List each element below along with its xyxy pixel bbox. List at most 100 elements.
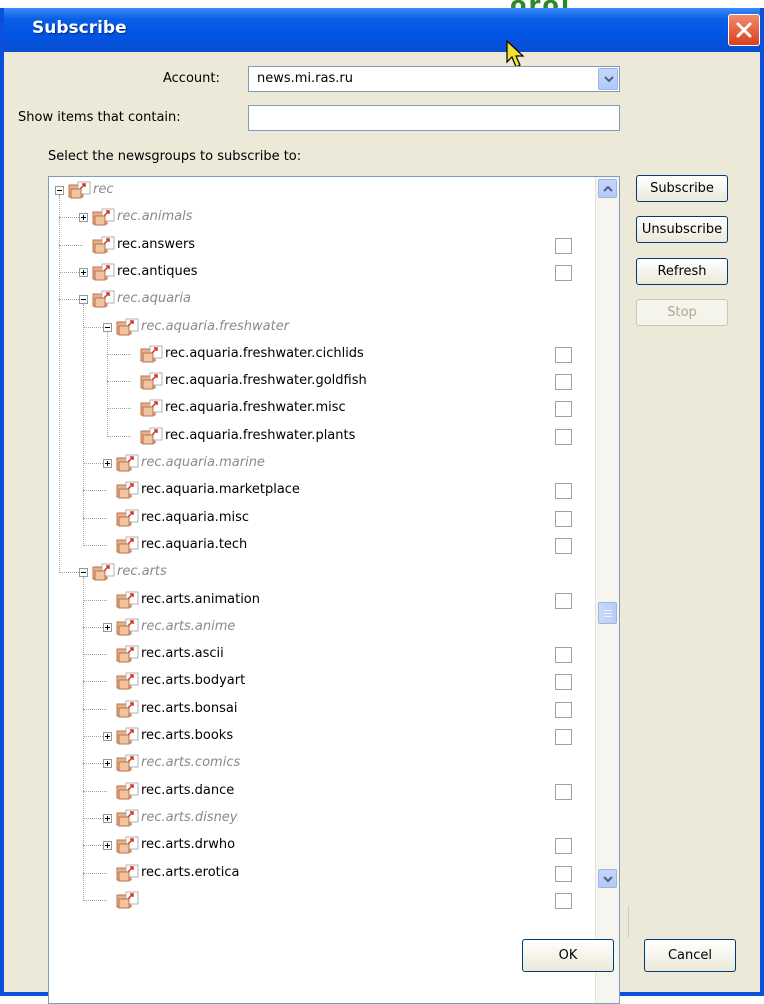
tree-category-row[interactable]: rec	[49, 177, 595, 204]
newsgroup-label: rec.arts.books	[141, 728, 234, 743]
window-title: Subscribe	[32, 18, 127, 38]
newsgroup-folder-icon	[68, 181, 91, 199]
tree-newsgroup-row[interactable]: rec.aquaria.marketplace	[49, 477, 595, 504]
tree-newsgroup-row[interactable]: rec.arts.erotica	[49, 860, 595, 887]
subscribe-checkbox[interactable]	[555, 537, 572, 554]
cancel-button[interactable]: Cancel	[644, 939, 736, 972]
filter-input[interactable]	[248, 105, 620, 131]
collapse-icon[interactable]	[79, 295, 88, 305]
tree-category-row[interactable]: rec.arts	[49, 559, 595, 586]
subscribe-checkbox[interactable]	[555, 701, 572, 718]
refresh-button[interactable]: Refresh	[636, 258, 728, 285]
expand-icon[interactable]	[103, 759, 112, 769]
subscribe-checkbox[interactable]	[555, 483, 572, 500]
tree-newsgroup-row[interactable]	[49, 887, 595, 914]
newsgroup-label: rec.arts.drwho	[141, 837, 236, 853]
account-dropdown-button[interactable]	[598, 68, 618, 90]
newsgroup-tree[interactable]: rec rec.animals rec.answers rec.antiques rec…	[48, 176, 620, 1004]
newsgroup-label: rec.aquaria.misc	[141, 509, 250, 525]
newsgroup-label: rec.arts.erotica	[141, 864, 240, 880]
newsgroup-icon	[92, 263, 115, 281]
ok-button[interactable]: OK	[522, 939, 614, 972]
tree-newsgroup-row[interactable]: rec.aquaria.misc	[49, 505, 595, 532]
subscribe-checkbox[interactable]	[555, 783, 572, 800]
expand-icon[interactable]	[103, 813, 112, 823]
tree-category-row[interactable]: rec.aquaria.freshwater	[49, 314, 595, 341]
stop-button[interactable]: Stop	[636, 299, 728, 326]
collapse-icon[interactable]	[79, 568, 88, 578]
tree-newsgroup-row[interactable]: rec.aquaria.tech	[49, 532, 595, 559]
subscribe-checkbox[interactable]	[555, 592, 572, 609]
subscribe-button[interactable]: Subscribe	[636, 175, 728, 202]
divider	[628, 906, 629, 938]
tree-category-row[interactable]: rec.aquaria.marine	[49, 450, 595, 477]
newsgroup-label: rec.arts.animation	[141, 591, 260, 607]
collapse-icon[interactable]	[55, 186, 64, 195]
account-select[interactable]: news.mi.ras.ru	[248, 66, 620, 92]
tree-newsgroup-row[interactable]: rec.arts.animation	[49, 587, 595, 614]
subscribe-checkbox[interactable]	[555, 401, 572, 418]
tree-newsgroup-row[interactable]: rec.arts.dance	[49, 778, 595, 805]
subscribe-checkbox[interactable]	[555, 865, 572, 882]
subscribe-checkbox[interactable]	[555, 428, 572, 445]
subscribe-checkbox[interactable]	[555, 892, 572, 909]
account-label: Account:	[163, 71, 220, 86]
tree-newsgroup-row[interactable]: rec.antiques	[49, 259, 595, 286]
newsgroup-label: rec.aquaria.freshwater.cichlids	[165, 345, 364, 361]
expand-icon[interactable]	[79, 213, 88, 223]
scroll-thumb[interactable]	[598, 602, 617, 624]
tree-newsgroup-row[interactable]: rec.aquaria.freshwater.plants	[49, 423, 595, 450]
newsgroup-icon	[140, 399, 163, 417]
vertical-scrollbar[interactable]	[595, 177, 619, 1003]
tree-newsgroup-row[interactable]: rec.aquaria.freshwater.misc	[49, 395, 595, 422]
subscribe-checkbox[interactable]	[555, 647, 572, 664]
tree-category-row[interactable]: rec.arts.anime	[49, 614, 595, 641]
scroll-down-button[interactable]	[598, 869, 617, 888]
chevron-down-icon	[604, 76, 614, 83]
subscribe-checkbox[interactable]	[555, 346, 572, 363]
subscribe-checkbox[interactable]	[555, 674, 572, 691]
subscribe-checkbox[interactable]	[555, 729, 572, 745]
newsgroup-label: rec.arts	[117, 564, 167, 580]
newsgroup-label: rec.arts.comics	[141, 755, 241, 771]
expand-icon[interactable]	[103, 459, 112, 468]
subscribe-dialog: Subscribe Account: news.mi.ras.ru Show i…	[0, 8, 764, 1004]
newsgroup-folder-icon	[116, 318, 139, 335]
subscribe-checkbox[interactable]	[555, 838, 572, 855]
expand-icon[interactable]	[79, 267, 88, 277]
tree-category-row[interactable]: rec.animals	[49, 204, 595, 231]
collapse-icon[interactable]	[103, 322, 112, 332]
subscribe-checkbox[interactable]	[555, 510, 572, 527]
newsgroup-label: rec.answers	[117, 236, 196, 252]
expand-icon[interactable]	[103, 622, 112, 632]
newsgroup-label: rec	[93, 182, 114, 197]
tree-newsgroup-row[interactable]: rec.aquaria.freshwater.goldfish	[49, 368, 595, 395]
expand-icon[interactable]	[103, 841, 112, 851]
tree-category-row[interactable]: rec.arts.disney	[49, 805, 595, 832]
subscribe-checkbox[interactable]	[555, 264, 572, 281]
newsgroup-icon	[140, 372, 163, 390]
newsgroup-folder-icon	[116, 618, 139, 636]
tree-newsgroup-row[interactable]: rec.arts.books	[49, 723, 595, 750]
tree-newsgroup-row[interactable]: rec.arts.ascii	[49, 641, 595, 668]
account-value: news.mi.ras.ru	[257, 71, 353, 86]
unsubscribe-button[interactable]: Unsubscribe	[636, 216, 728, 243]
subscribe-checkbox[interactable]	[555, 237, 572, 254]
close-button[interactable]	[728, 14, 760, 46]
tree-connector-line	[83, 577, 84, 901]
tree-newsgroup-row[interactable]: rec.answers	[49, 232, 595, 259]
tree-newsgroup-row[interactable]: rec.arts.drwho	[49, 832, 595, 859]
tree-category-row[interactable]: rec.arts.comics	[49, 750, 595, 777]
subscribe-checkbox[interactable]	[555, 374, 572, 391]
tree-category-row[interactable]: rec.aquaria	[49, 286, 595, 313]
expand-icon[interactable]	[103, 732, 112, 741]
newsgroup-folder-icon	[116, 809, 139, 827]
scroll-up-button[interactable]	[598, 179, 617, 198]
title-bar[interactable]: Subscribe	[4, 8, 760, 52]
tree-newsgroup-row[interactable]: rec.arts.bodyart	[49, 668, 595, 695]
newsgroup-icon	[116, 891, 139, 909]
tree-newsgroup-row[interactable]: rec.aquaria.freshwater.cichlids	[49, 341, 595, 368]
tree-newsgroup-row[interactable]: rec.arts.bonsai	[49, 696, 595, 723]
newsgroup-label: rec.arts.bonsai	[141, 700, 238, 716]
newsgroup-icon	[116, 727, 139, 745]
